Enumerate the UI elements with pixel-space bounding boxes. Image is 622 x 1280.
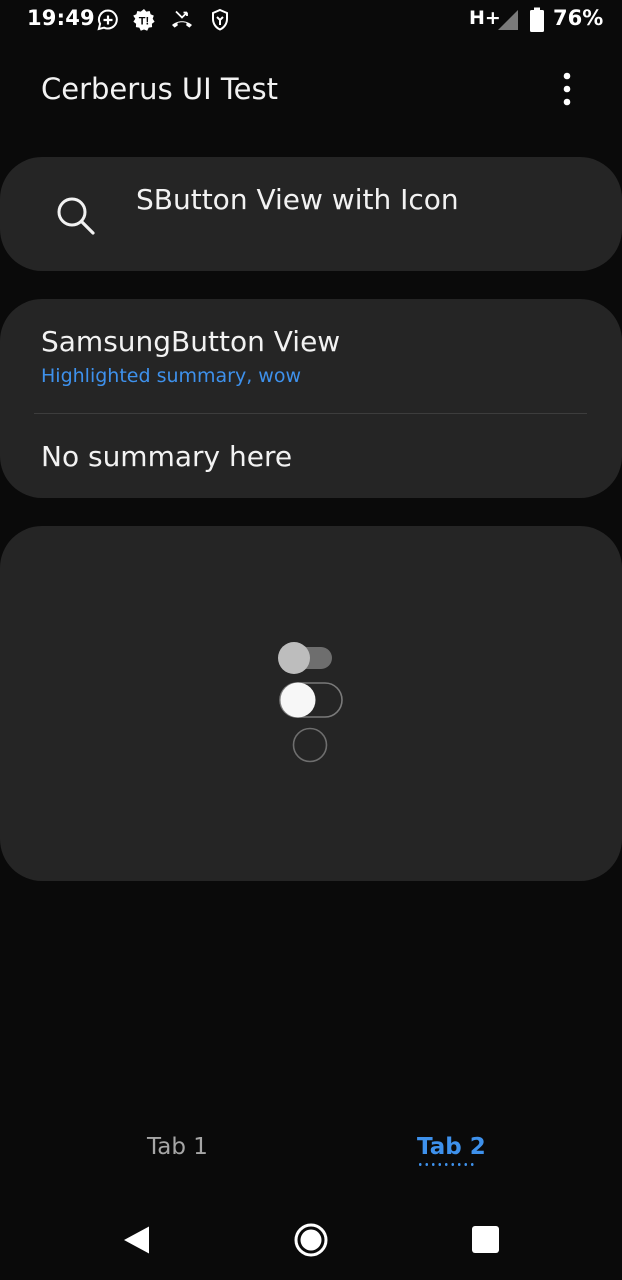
status-bar: 19:49 T! H+ 76% <box>0 0 622 42</box>
tab-2[interactable]: Tab 2 <box>417 1134 486 1160</box>
radio-button[interactable] <box>292 727 328 763</box>
list-item-title: SamsungButton View <box>41 325 341 358</box>
settings-notification-icon: T! <box>133 9 155 31</box>
tab-1[interactable]: Tab 1 <box>147 1134 208 1160</box>
toggle-switch-filled[interactable] <box>277 641 333 675</box>
search-card-label: SButton View with Icon <box>136 183 459 216</box>
search-icon <box>57 197 95 235</box>
battery-percent: 76% <box>553 6 604 30</box>
list-item-summary: Highlighted summary, wow <box>41 365 302 387</box>
more-vert-icon[interactable] <box>550 70 584 108</box>
chat-plus-icon <box>97 9 118 31</box>
toggle-switch-outlined[interactable] <box>278 680 344 720</box>
missed-call-icon <box>172 10 192 28</box>
list-item-no-summary[interactable]: No summary here <box>41 440 292 473</box>
home-icon[interactable] <box>291 1220 331 1260</box>
app-title: Cerberus UI Test <box>41 72 278 106</box>
battery-icon <box>530 7 544 32</box>
back-icon[interactable] <box>117 1220 157 1260</box>
tab-selected-indicator <box>417 1163 475 1166</box>
status-time: 19:49 <box>27 6 95 30</box>
signal-icon <box>498 10 518 30</box>
recents-icon[interactable] <box>466 1220 506 1260</box>
list-divider <box>34 413 587 414</box>
svg-text:T!: T! <box>139 16 149 28</box>
shield-icon <box>212 8 228 31</box>
